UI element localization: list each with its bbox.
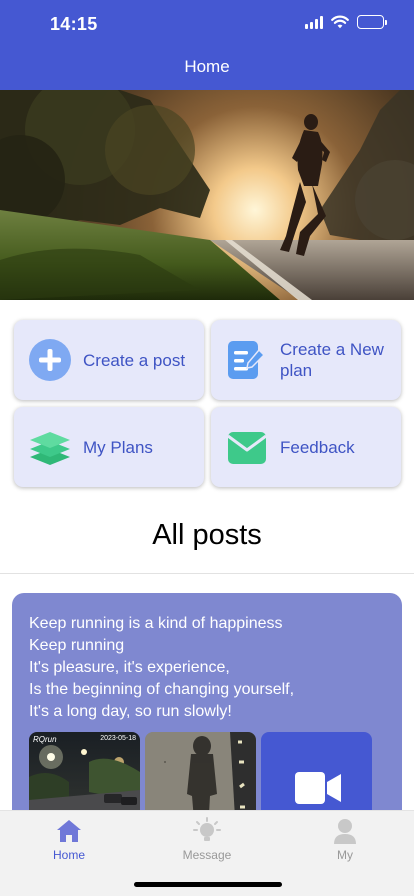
tab-my[interactable]: My: [290, 817, 400, 867]
create-plan-button[interactable]: Create a New plan: [211, 320, 401, 400]
person-icon: [334, 819, 356, 844]
tab-home-label: Home: [52, 848, 85, 862]
feedback-button[interactable]: Feedback: [211, 407, 401, 487]
home-icon: [57, 820, 81, 842]
post-line: Keep running is a kind of happiness: [29, 615, 283, 632]
hero-banner-image: [0, 90, 414, 300]
post-line: It's pleasure, it's experience,: [29, 659, 230, 676]
tab-my-label: My: [337, 848, 353, 862]
status-time: 14:15: [50, 14, 98, 34]
my-plans-button[interactable]: My Plans: [14, 407, 204, 487]
status-icons: [305, 15, 387, 29]
photo-watermark: RQrun: [33, 735, 57, 744]
divider: [0, 573, 414, 574]
post-line: It's a long day, so run slowly!: [29, 703, 232, 720]
create-plan-label: Create a New plan: [280, 340, 384, 380]
post-line: Is the beginning of changing yourself,: [29, 681, 295, 698]
photo-date: 2023-05-18: [100, 735, 136, 742]
tab-home[interactable]: Home: [14, 817, 124, 867]
create-post-label: Create a post: [83, 350, 186, 370]
plus-circle-icon: [29, 339, 71, 381]
tab-message[interactable]: Message: [152, 817, 262, 867]
layers-icon: [30, 432, 70, 465]
my-plans-label: My Plans: [83, 437, 153, 457]
post-text: Keep running is a kind of happiness Keep…: [29, 613, 294, 723]
feedback-label: Feedback: [280, 437, 355, 457]
tab-message-label: Message: [182, 848, 232, 862]
cellular-signal-icon: [305, 15, 323, 29]
create-post-button[interactable]: Create a post: [14, 320, 204, 400]
page-title: Home: [184, 57, 230, 76]
lightbulb-icon: [193, 817, 221, 841]
top-bar: 14:15 Home: [0, 0, 414, 90]
section-title: All posts: [152, 519, 262, 551]
runner-at-sunset-image: [0, 90, 414, 300]
post-line: Keep running: [29, 637, 125, 654]
home-indicator: [134, 882, 282, 887]
wifi-icon: [331, 15, 349, 29]
edit-document-icon: [228, 341, 266, 379]
battery-icon: [357, 15, 387, 29]
envelope-icon: [227, 432, 267, 464]
